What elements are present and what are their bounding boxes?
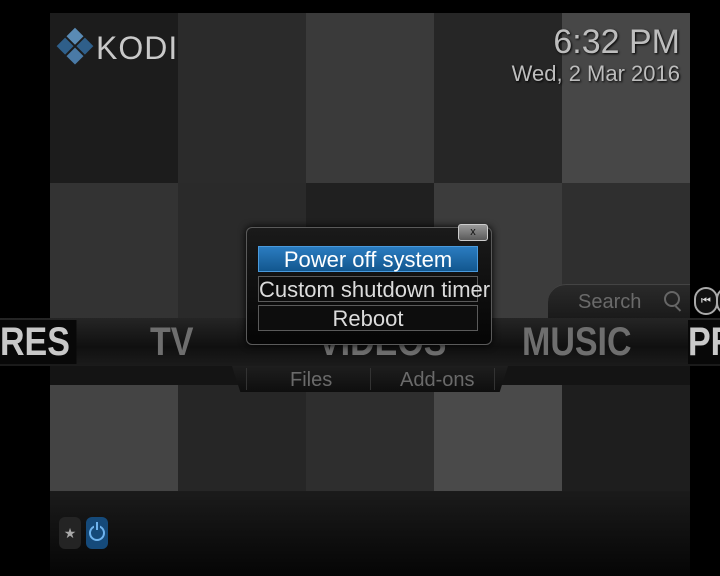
menu-item-tv[interactable]: TV (150, 320, 193, 364)
bottom-panel (50, 491, 690, 576)
favourites-button[interactable]: ★ (59, 517, 81, 549)
clock-time: 6:32 PM (553, 23, 680, 61)
bg-tile (306, 385, 434, 491)
close-button[interactable]: x (458, 224, 488, 241)
bg-tile (178, 385, 306, 491)
kodi-logo-icon (54, 27, 96, 69)
menu-item-pictures[interactable]: RES (0, 320, 77, 364)
power-button[interactable] (86, 517, 108, 549)
bg-tile (434, 385, 562, 491)
search-icon (664, 291, 680, 307)
power-off-button[interactable]: Power off system (258, 246, 478, 272)
custom-shutdown-timer-button[interactable]: Custom shutdown timer (258, 276, 490, 302)
submenu-divider (370, 368, 371, 390)
kodi-logo: KODI (56, 27, 179, 67)
submenu-divider (246, 368, 247, 390)
submenu-divider (494, 368, 495, 390)
favourites-icon: ★ (63, 524, 77, 541)
skip-previous-button[interactable]: ⏮ (694, 287, 718, 315)
clock-date: Wed, 2 Mar 2016 (511, 61, 680, 86)
skip-previous-icon: ⏮ (701, 295, 711, 307)
player-control-button[interactable] (716, 287, 720, 315)
submenu-item-files[interactable]: Files (290, 369, 332, 392)
submenu-item-addons[interactable]: Add-ons (400, 369, 475, 392)
reboot-button[interactable]: Reboot (258, 305, 478, 331)
bg-tile (562, 385, 690, 491)
menu-item-music[interactable]: MUSIC (522, 320, 632, 364)
bg-tile (178, 13, 306, 183)
logo-text: KODI (96, 30, 179, 66)
clock: 6:32 PM Wed, 2 Mar 2016 (512, 24, 680, 88)
search-label: Search (578, 291, 642, 313)
menu-item-programs[interactable]: PR (688, 320, 720, 364)
bg-tile (306, 13, 434, 183)
bg-tile (50, 385, 178, 491)
bg-tile (50, 183, 178, 323)
search-button[interactable]: Search (548, 284, 690, 319)
power-icon (89, 522, 105, 541)
